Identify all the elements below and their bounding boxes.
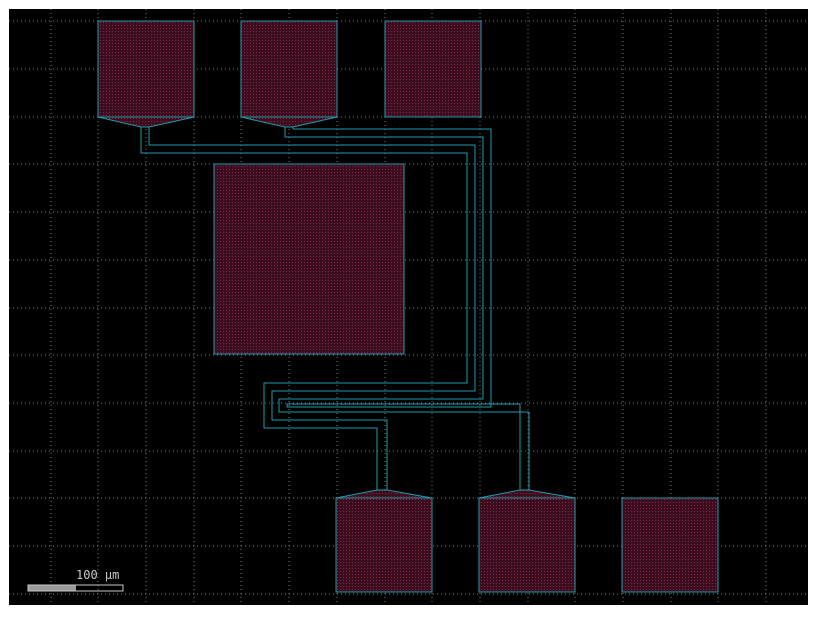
pad-top-middle[interactable]	[240, 20, 338, 118]
layout-canvas[interactable]: 100 µm	[0, 0, 816, 616]
pad-top-right[interactable]	[384, 20, 482, 118]
pad-top-left[interactable]	[97, 20, 195, 118]
scale-bar-label: 100 µm	[76, 568, 119, 582]
pad-bottom-right[interactable]	[621, 497, 719, 593]
layout-viewer: 100 µm	[0, 0, 816, 616]
central-component-block[interactable]	[213, 163, 405, 355]
pad-bottom-left[interactable]	[335, 497, 433, 593]
scale-bar-filled-segment	[28, 585, 76, 591]
pad-bottom-middle[interactable]	[478, 497, 576, 593]
